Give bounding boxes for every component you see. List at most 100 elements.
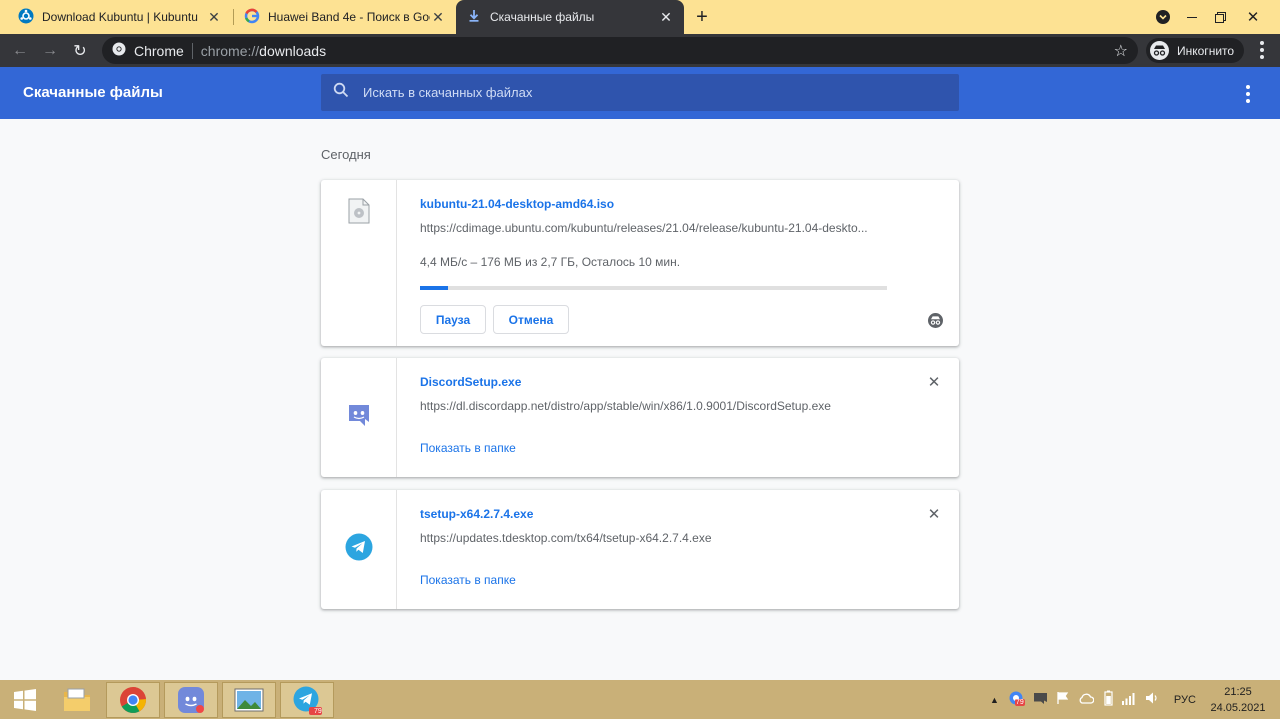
file-url: https://updates.tdesktop.com/tx64/tsetup… [420, 531, 712, 545]
input-language-indicator[interactable]: РУС [1174, 694, 1196, 706]
date-section-label: Сегодня [321, 147, 371, 162]
page-title: Скачанные файлы [23, 84, 163, 101]
menu-dot [1246, 99, 1250, 103]
close-window-button[interactable]: ✕ [1238, 0, 1268, 34]
new-tab-button[interactable]: + [690, 5, 714, 29]
cloud-icon[interactable] [1078, 693, 1095, 707]
discord-icon [346, 402, 372, 433]
file-icon-column [321, 490, 397, 609]
file-url: https://cdimage.ubuntu.com/kubuntu/relea… [420, 221, 868, 235]
menu-dot [1246, 92, 1250, 96]
browser-toolbar: ← → ↻ Chrome chrome:// downloads ☆ Инког… [0, 34, 1280, 67]
discord-icon [178, 687, 204, 713]
reload-icon: ↻ [73, 43, 87, 60]
menu-dot [1246, 85, 1250, 89]
show-hidden-icons-button[interactable]: ▲ [990, 695, 999, 705]
network-signal-icon[interactable] [1121, 691, 1137, 708]
browser-menu-button[interactable] [1252, 40, 1272, 60]
unread-badge: 79 [314, 708, 322, 715]
arrow-right-icon: → [42, 42, 58, 59]
windows-logo-icon [14, 689, 36, 711]
tab-strip: Download Kubuntu | Kubuntu ✕ Huawei Band… [0, 0, 1280, 34]
system-tray: ▲ 79 РУС [990, 680, 1196, 719]
telegram-icon [345, 533, 373, 566]
volume-icon[interactable] [1145, 691, 1160, 708]
menu-dot [1260, 48, 1264, 52]
reload-button[interactable]: ↻ [67, 38, 93, 64]
clock-time: 21:25 [1224, 686, 1252, 698]
download-progress-bar [420, 286, 887, 290]
taskbar-telegram[interactable]: 79 [280, 682, 334, 718]
taskbar-photos[interactable] [222, 682, 276, 718]
incognito-icon [928, 313, 943, 328]
search-box[interactable] [321, 74, 959, 111]
taskbar-chrome[interactable] [106, 682, 160, 718]
close-icon[interactable]: ✕ [206, 9, 222, 25]
tab-kubuntu[interactable]: Download Kubuntu | Kubuntu ✕ [0, 0, 232, 34]
show-in-folder-link[interactable]: Показать в папке [420, 441, 516, 455]
file-url: https://dl.discordapp.net/distro/app/sta… [420, 399, 831, 413]
restore-icon [1214, 11, 1226, 23]
show-in-folder-link[interactable]: Показать в папке [420, 573, 516, 587]
file-name-link[interactable]: kubuntu-21.04-desktop-amd64.iso [420, 197, 614, 211]
close-icon: ✕ [1246, 9, 1260, 26]
url-path: downloads [259, 42, 327, 59]
arrow-left-icon: ← [12, 42, 28, 59]
kubuntu-icon [18, 8, 34, 27]
tab-google-search[interactable]: Huawei Band 4e - Поиск в Google ✕ [234, 0, 456, 34]
tab-title: Скачанные файлы [490, 10, 595, 24]
menu-dot [1260, 41, 1264, 45]
download-progress-fill [420, 286, 449, 290]
taskbar-clock[interactable]: 21:25 24.05.2021 [1206, 684, 1270, 716]
file-icon-column [321, 180, 397, 346]
remove-item-button[interactable]: ✕ [925, 373, 943, 391]
image-viewer-icon [234, 688, 264, 712]
download-item-discord: DiscordSetup.exe https://dl.discordapp.n… [321, 358, 959, 477]
folder-icon [64, 688, 90, 711]
taskbar-discord[interactable] [164, 682, 218, 718]
tab-downloads[interactable]: Скачанные файлы ✕ [456, 0, 684, 34]
file-name-link[interactable]: DiscordSetup.exe [420, 375, 521, 389]
windows-taskbar: 79 ▲ 79 РУС 21:25 24.05.2021 [0, 680, 1280, 719]
chevron-down-icon [1156, 10, 1170, 24]
close-icon[interactable]: ✕ [430, 9, 446, 25]
back-button[interactable]: ← [7, 38, 33, 64]
file-icon-column [321, 358, 397, 477]
chrome-icon [112, 42, 126, 59]
address-bar[interactable]: Chrome chrome:// downloads ☆ [102, 37, 1138, 64]
menu-dot [1260, 55, 1264, 59]
iso-file-icon [348, 198, 370, 229]
incognito-label: Инкогнито [1177, 43, 1235, 58]
flag-icon[interactable] [1056, 691, 1070, 708]
google-icon [244, 8, 260, 27]
incognito-icon [1150, 41, 1169, 60]
url-scheme: chrome:// [200, 42, 260, 59]
downloads-menu-button[interactable] [1238, 84, 1258, 104]
battery-icon[interactable] [1104, 690, 1113, 709]
cancel-button[interactable]: Отмена [493, 305, 569, 334]
download-status: 4,4 МБ/с – 176 МБ из 2,7 ГБ, Осталось 10… [420, 255, 681, 269]
downloads-header: Скачанные файлы [0, 67, 1280, 119]
incognito-indicator[interactable]: Инкогнито [1146, 38, 1245, 63]
taskbar-file-explorer[interactable] [50, 682, 104, 718]
download-icon [466, 8, 482, 27]
forward-button[interactable]: → [37, 38, 63, 64]
start-button[interactable] [0, 682, 50, 718]
close-icon[interactable]: ✕ [658, 9, 674, 25]
restore-button[interactable] [1208, 0, 1232, 34]
search-input[interactable] [363, 85, 923, 100]
file-name-link[interactable]: tsetup-x64.2.7.4.exe [420, 507, 533, 521]
chip-divider [191, 42, 193, 59]
tab-search-button[interactable] [1152, 0, 1174, 34]
remove-item-button[interactable]: ✕ [925, 505, 943, 523]
pause-button[interactable]: Пауза [420, 305, 486, 334]
tab-title: Huawei Band 4e - Поиск в Google [268, 10, 430, 24]
bookmark-star-icon[interactable]: ☆ [1114, 41, 1128, 61]
discord-tray-icon[interactable] [1033, 692, 1048, 708]
search-icon [333, 82, 349, 103]
minimize-button[interactable] [1180, 0, 1204, 34]
tray-badge: 79 [1014, 699, 1025, 706]
download-item-kubuntu: kubuntu-21.04-desktop-amd64.iso https://… [321, 180, 959, 346]
clock-date: 24.05.2021 [1210, 702, 1266, 714]
chrome-tray-icon[interactable]: 79 [1009, 691, 1025, 708]
